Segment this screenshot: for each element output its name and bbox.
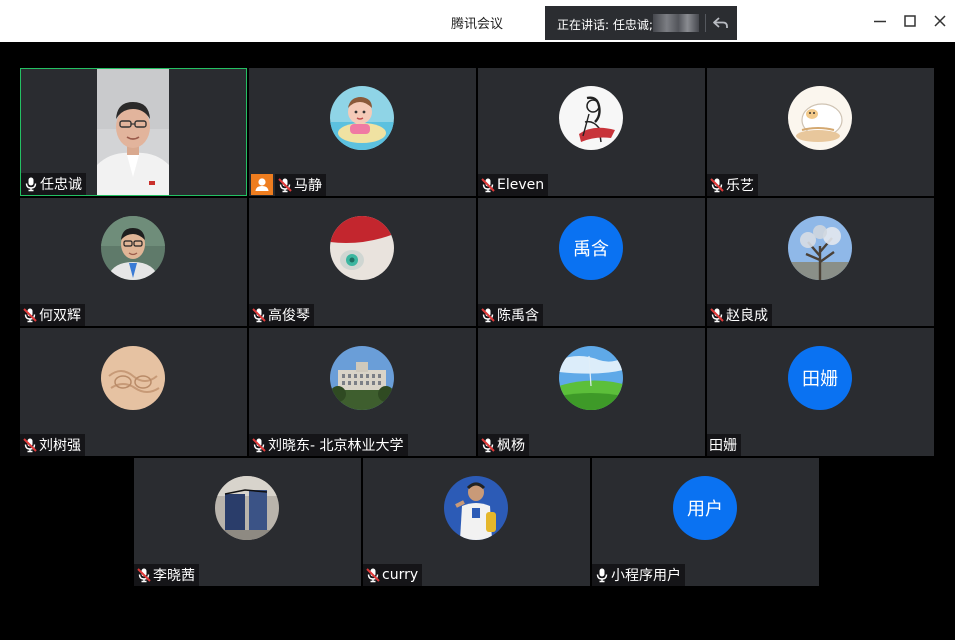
participant-namebar: 高俊琴 bbox=[249, 304, 314, 326]
participant-namebar: 马静 bbox=[275, 174, 326, 196]
participant-namebar: 刘晓东- 北京林业大学 bbox=[249, 434, 408, 456]
participant-tile[interactable]: 李晓茜 bbox=[134, 458, 361, 586]
participant-tile[interactable]: 马静 bbox=[249, 68, 476, 196]
participant-namebar: 赵良成 bbox=[707, 304, 772, 326]
avatar bbox=[215, 476, 279, 540]
participant-namebar: curry bbox=[363, 564, 423, 586]
mic-muted-icon bbox=[252, 307, 266, 323]
mic-muted-icon bbox=[710, 307, 724, 323]
mic-muted-icon bbox=[481, 177, 495, 193]
participant-name: 枫杨 bbox=[497, 438, 525, 454]
participant-namebar: 刘树强 bbox=[20, 434, 85, 456]
participant-tile[interactable]: 高俊琴 bbox=[249, 198, 476, 326]
participant-tile[interactable]: 任忠诚 bbox=[20, 68, 247, 196]
participant-namebar: Eleven bbox=[478, 174, 549, 196]
participant-namebar: 李晓茜 bbox=[134, 564, 199, 586]
participant-namebar: 枫杨 bbox=[478, 434, 529, 456]
participant-tile[interactable]: 何双辉 bbox=[20, 198, 247, 326]
participant-name: 刘树强 bbox=[39, 438, 81, 454]
mic-muted-icon bbox=[278, 177, 292, 193]
participant-tile[interactable]: 刘晓东- 北京林业大学 bbox=[249, 328, 476, 456]
mic-muted-icon bbox=[23, 437, 37, 453]
avatar bbox=[444, 476, 508, 540]
avatar-image bbox=[215, 476, 279, 540]
participant-name: 乐艺 bbox=[726, 178, 754, 194]
title-bar: 腾讯会议 正在讲话: 任忠诚; bbox=[0, 0, 955, 42]
participant-namebar: 田姗 bbox=[707, 434, 741, 456]
participant-namebar: 小程序用户 bbox=[592, 564, 685, 586]
mic-on-icon bbox=[596, 567, 608, 583]
mic-muted-icon bbox=[366, 567, 380, 583]
avatar-image bbox=[788, 216, 852, 280]
blurred-names bbox=[653, 14, 699, 32]
mic-muted-icon bbox=[481, 437, 495, 453]
avatar-image bbox=[330, 86, 394, 150]
participant-name: 赵良成 bbox=[726, 308, 768, 324]
maximize-icon[interactable] bbox=[900, 11, 920, 31]
participant-tile[interactable]: 田姗 田姗 bbox=[707, 328, 934, 456]
participant-namebar: 陈禹含 bbox=[478, 304, 543, 326]
close-icon[interactable] bbox=[930, 11, 950, 31]
host-badge bbox=[251, 174, 273, 195]
video-frame bbox=[97, 69, 169, 195]
avatar-image bbox=[330, 346, 394, 410]
participant-name: 刘晓东- 北京林业大学 bbox=[268, 438, 404, 454]
participant-tile[interactable]: 枫杨 bbox=[478, 328, 705, 456]
participant-tile[interactable]: 禹含 陈禹含 bbox=[478, 198, 705, 326]
avatar: 用户 bbox=[673, 476, 737, 540]
avatar bbox=[788, 86, 852, 150]
participant-name: 田姗 bbox=[709, 438, 737, 454]
participant-name: 任忠诚 bbox=[40, 177, 82, 193]
mic-on-icon bbox=[25, 176, 37, 192]
avatar bbox=[330, 216, 394, 280]
divider bbox=[705, 14, 706, 32]
avatar bbox=[101, 346, 165, 410]
avatar-image bbox=[788, 86, 852, 150]
participant-name: 小程序用户 bbox=[611, 568, 681, 584]
participant-tile[interactable]: 赵良成 bbox=[707, 198, 934, 326]
avatar-image bbox=[559, 86, 623, 150]
mic-muted-icon bbox=[23, 307, 37, 323]
avatar-image bbox=[101, 216, 165, 280]
participant-namebar: 任忠诚 bbox=[21, 173, 86, 195]
avatar-image bbox=[101, 346, 165, 410]
participant-name: 马静 bbox=[294, 178, 322, 194]
avatar bbox=[559, 346, 623, 410]
reply-icon[interactable] bbox=[711, 13, 731, 33]
avatar bbox=[330, 86, 394, 150]
participant-name: 高俊琴 bbox=[268, 308, 310, 324]
avatar-image bbox=[444, 476, 508, 540]
participant-namebar: 乐艺 bbox=[707, 174, 758, 196]
participant-name: Eleven bbox=[497, 177, 545, 193]
mic-muted-icon bbox=[481, 307, 495, 323]
participant-tile[interactable]: curry bbox=[363, 458, 590, 586]
mic-muted-icon bbox=[252, 437, 266, 453]
avatar: 田姗 bbox=[788, 346, 852, 410]
avatar bbox=[330, 346, 394, 410]
speaking-name: 任忠诚; bbox=[612, 18, 653, 32]
participant-name: 李晓茜 bbox=[153, 568, 195, 584]
minimize-icon[interactable] bbox=[870, 11, 890, 31]
participant-name: 陈禹含 bbox=[497, 308, 539, 324]
avatar-image bbox=[559, 346, 623, 410]
speaking-prefix: 正在讲话: bbox=[557, 18, 613, 32]
participant-tile[interactable]: 刘树强 bbox=[20, 328, 247, 456]
avatar: 禹含 bbox=[559, 216, 623, 280]
mic-muted-icon bbox=[710, 177, 724, 193]
mic-muted-icon bbox=[137, 567, 151, 583]
avatar bbox=[559, 86, 623, 150]
avatar-image bbox=[330, 216, 394, 280]
participant-video bbox=[97, 69, 169, 195]
avatar bbox=[101, 216, 165, 280]
user-icon bbox=[255, 178, 269, 191]
app-title: 腾讯会议 bbox=[451, 17, 504, 32]
participant-name: curry bbox=[382, 567, 419, 583]
participant-tile[interactable]: 用户 小程序用户 bbox=[592, 458, 819, 586]
speaking-indicator: 正在讲话: 任忠诚; bbox=[545, 6, 737, 40]
participant-tile[interactable]: Eleven bbox=[478, 68, 705, 196]
avatar bbox=[788, 216, 852, 280]
participant-tile[interactable]: 乐艺 bbox=[707, 68, 934, 196]
participant-name: 何双辉 bbox=[39, 308, 81, 324]
participant-namebar: 何双辉 bbox=[20, 304, 85, 326]
